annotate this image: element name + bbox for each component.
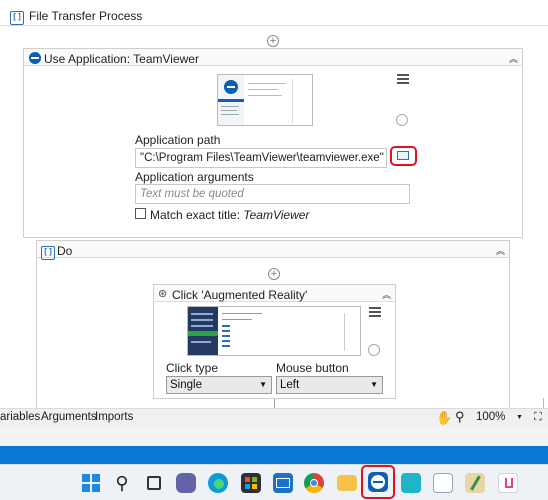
click-type-label: Click type [166,361,219,375]
use-application-title: Use Application: TeamViewer [44,52,199,66]
do-sequence-icon: [ ] [41,243,55,260]
teamviewer-taskbar-button[interactable] [361,465,395,499]
taskbar: ⚲ [0,464,548,500]
task-view-icon[interactable] [144,473,164,493]
app-args-field[interactable]: Text must be quoted [135,184,410,204]
teamviewer-taskbar-icon [368,472,388,492]
search-icon[interactable]: ⚲ [112,473,132,493]
uipath-studio-icon[interactable] [498,473,518,493]
add-activity-plus-icon-2[interactable]: + [268,268,280,280]
add-activity-plus-icon[interactable]: + [267,35,279,47]
zoom-magnifier-icon[interactable]: ⚲ [455,409,465,425]
fit-view-icon[interactable]: ⛶ [534,411,542,424]
app-path-field[interactable]: "C:\Program Files\TeamViewer\teamviewer.… [135,148,387,168]
use-application-activity[interactable]: Use Application: TeamViewer ︽ Applicatio… [23,48,523,238]
header-divider [0,25,548,26]
zoom-level[interactable]: 100% [476,411,505,423]
teamviewer-icon [29,52,41,64]
click-activity-title: Click 'Augmented Reality' [172,288,308,302]
mouse-button-dropdown[interactable]: Left ▼ [276,376,383,394]
do-header[interactable] [37,241,509,258]
paint-icon[interactable] [465,473,485,493]
mail-icon[interactable] [273,473,293,493]
click-icon: ⊛ [158,288,168,300]
browse-file-button[interactable] [390,146,417,166]
empty-area [0,426,548,446]
zoom-dropdown-icon[interactable]: ▼ [516,414,523,421]
application-screenshot [217,74,313,126]
mouse-button-label: Mouse button [276,361,349,375]
scrollbar[interactable] [543,398,548,408]
tab-variables[interactable]: ariables [0,411,40,423]
dropdown-arrow-icon: ▼ [259,380,267,389]
click-menu-icon[interactable] [369,307,381,317]
store-icon[interactable] [241,473,261,493]
sequence-title: File Transfer Process [29,9,143,23]
bottom-tabs-bar: ariables Arguments Imports ✋ ⚲ 100% ▼ ⛶ [0,408,548,426]
dropdown-arrow-icon-2: ▼ [370,380,378,389]
document-icon[interactable] [433,473,453,493]
teams-chat-icon[interactable] [176,473,196,493]
do-title: Do [57,244,73,258]
status-band [0,446,548,464]
match-title-checkbox[interactable] [135,208,146,219]
match-title-label: Match exact title: TeamViewer [150,208,310,222]
do-container[interactable]: [ ] Do ︽ + ⊛ Click 'Augmented Reality' ︽ [36,240,510,408]
app-path-label: Application path [135,133,221,147]
target-icon[interactable] [396,114,408,126]
pan-hand-icon[interactable]: ✋ [436,410,452,426]
tab-arguments[interactable]: Arguments [41,411,97,423]
designer-canvas[interactable]: [ ] File Transfer Process + Use Applicat… [0,0,548,408]
connector-line [274,399,275,408]
windows-start-icon[interactable] [81,473,101,493]
tab-imports[interactable]: Imports [95,411,133,423]
app-args-label: Application arguments [135,170,254,184]
click-target-icon[interactable] [368,344,380,356]
click-type-dropdown[interactable]: Single ▼ [166,376,272,394]
edge-browser-icon[interactable] [208,473,228,493]
click-activity[interactable]: ⊛ Click 'Augmented Reality' ︽ Click type… [153,284,396,399]
click-collapse-icon[interactable]: ︽ [382,288,391,301]
menu-icon[interactable] [397,74,409,84]
file-explorer-icon[interactable] [337,475,357,491]
sequence-icon: [ ] [10,8,24,25]
collapse-icon[interactable]: ︽ [509,52,518,65]
folder-browse-icon [397,151,409,160]
chrome-browser-icon[interactable] [304,473,324,493]
click-target-screenshot [187,306,361,356]
app-tile-icon[interactable] [401,473,421,493]
do-collapse-icon[interactable]: ︽ [496,244,505,257]
